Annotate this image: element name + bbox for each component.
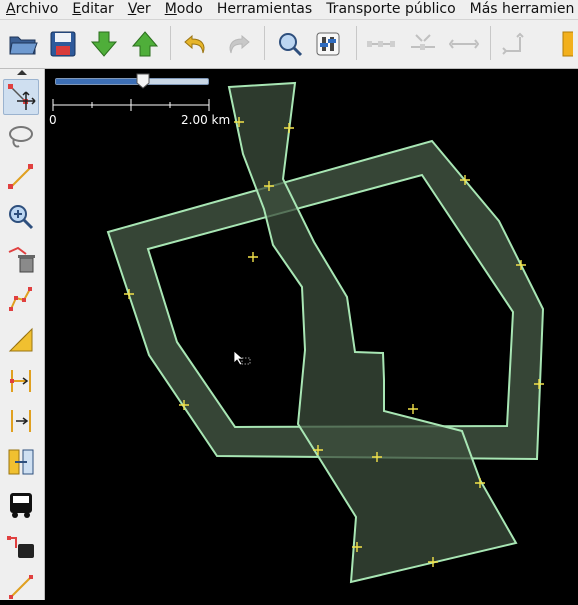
zoom-tool-icon — [9, 205, 34, 230]
scale-start-label: 0 — [49, 113, 57, 127]
upload-icon — [131, 31, 159, 57]
parallel-tool-button[interactable] — [3, 322, 39, 358]
align-horizontal-button[interactable] — [363, 25, 399, 63]
menu-editar[interactable]: Editar — [65, 0, 120, 19]
public-transport-tool-icon — [7, 536, 34, 558]
lasso-tool-icon — [9, 126, 33, 148]
delete-tool-button[interactable] — [3, 241, 39, 277]
lasso-tool-button[interactable] — [3, 119, 39, 155]
zoom-icon — [279, 33, 303, 57]
menu-ver[interactable]: Ver — [121, 0, 158, 19]
public-transport-tool-button[interactable] — [3, 529, 39, 565]
split-tool-icon — [10, 370, 31, 392]
align-merge-button[interactable] — [405, 25, 441, 63]
download-button[interactable] — [86, 25, 122, 63]
menu-bar: Archivo Editar Ver Modo Herramientas Tra… — [0, 0, 578, 20]
menu-herramientas[interactable]: Herramientas — [210, 0, 319, 19]
draw-tool-button[interactable] — [3, 159, 39, 195]
save-icon — [50, 31, 76, 57]
zoom-slider-fill — [56, 79, 144, 84]
select-tool-icon — [8, 84, 36, 110]
mouse-cursor-icon — [233, 350, 251, 366]
select-tool-button[interactable] — [3, 79, 39, 115]
parallel-tool-icon — [8, 327, 33, 352]
improve-way-tool-button[interactable] — [3, 281, 39, 317]
redo-icon — [229, 34, 250, 54]
zoom-button[interactable] — [272, 25, 308, 63]
save-button[interactable] — [45, 25, 81, 63]
map-canvas[interactable] — [45, 69, 578, 600]
undo-icon — [184, 34, 205, 54]
toolbar-separator — [356, 26, 357, 60]
orthogonalize-button[interactable] — [497, 25, 533, 63]
menu-archivo[interactable]: Archivo — [0, 0, 65, 19]
tool-sidebar — [0, 69, 45, 600]
scale-bar — [52, 99, 210, 111]
toolbar — [0, 20, 578, 69]
align-split-button[interactable] — [446, 25, 482, 63]
open-icon — [9, 36, 38, 55]
collapse-arrow-icon[interactable] — [0, 69, 44, 77]
align-horizontal-icon — [367, 41, 395, 47]
scale-end-label: 2.00 km — [181, 113, 231, 127]
align-split-icon — [449, 39, 479, 49]
zoom-tool-button[interactable] — [3, 199, 39, 235]
zoom-slider-track[interactable] — [55, 78, 209, 85]
bus-tool-button[interactable] — [3, 487, 39, 523]
bus-tool-icon — [10, 493, 32, 518]
preferences-icon — [316, 32, 340, 56]
align-merge-icon — [411, 34, 435, 50]
overflow-icon — [562, 31, 573, 57]
split-tool-button[interactable] — [3, 363, 39, 399]
toolbar-separator — [490, 26, 491, 60]
open-button[interactable] — [5, 25, 41, 63]
combine-tool-button[interactable] — [3, 403, 39, 439]
toolbar-separator — [170, 26, 171, 60]
delete-tool-icon — [8, 246, 35, 273]
dimension-tool-button[interactable] — [3, 444, 39, 480]
orthogonalize-icon — [502, 32, 524, 55]
redo-button[interactable] — [220, 25, 256, 63]
combine-tool-icon — [11, 410, 31, 432]
upload-button[interactable] — [127, 25, 163, 63]
menu-transporte-publico[interactable]: Transporte público — [319, 0, 462, 19]
menu-modo[interactable]: Modo — [158, 0, 210, 19]
undo-button[interactable] — [178, 25, 214, 63]
preferences-button[interactable] — [310, 25, 346, 63]
draw-tool-icon — [8, 164, 33, 189]
dimension-tool-icon — [8, 449, 34, 475]
route-tool-icon — [9, 575, 33, 599]
map-view[interactable]: 0 2.00 km — [45, 69, 578, 600]
menu-mas-herramientas[interactable]: Más herramien — [463, 0, 578, 19]
improve-way-tool-icon — [9, 287, 32, 311]
download-icon — [90, 31, 118, 57]
overflow-button[interactable] — [548, 25, 578, 63]
toolbar-separator — [264, 26, 265, 60]
zoom-slider-knob[interactable] — [136, 73, 150, 89]
